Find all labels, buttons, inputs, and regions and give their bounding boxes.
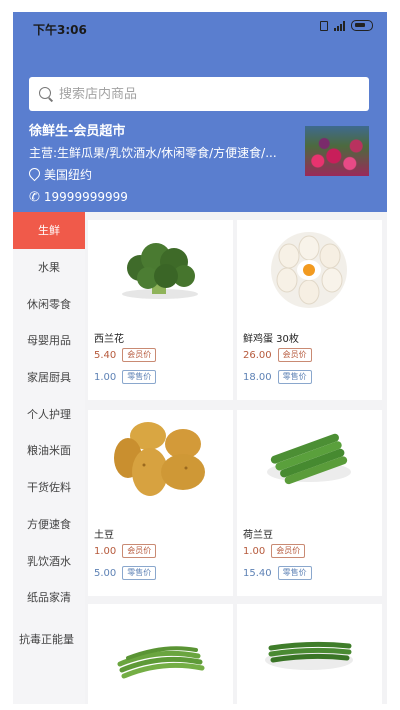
sidebar-item-dry-goods[interactable]: 干货佐料: [13, 469, 85, 506]
product-name: 鲜鸡蛋 30枚: [243, 334, 299, 345]
retail-price-row: 5.00 零售价: [94, 566, 157, 580]
sidebar-item-fruit[interactable]: 水果: [13, 249, 85, 286]
sidebar-item-home-kitchen[interactable]: 家居厨具: [13, 359, 85, 396]
store-header: 下午3:06 徐鲜生-会员超市 主营:生鲜瓜果/乳饮酒水/休闲零食/方便速食/.…: [13, 12, 387, 212]
store-location-text: 美国纽约: [44, 168, 93, 182]
store-phone[interactable]: ✆ 19999999999: [29, 190, 128, 204]
store-location[interactable]: 美国纽约: [29, 166, 92, 183]
product-card[interactable]: [88, 604, 233, 704]
store-photo: [305, 126, 369, 176]
location-pin-icon: [29, 168, 40, 182]
product-name: 荷兰豆: [243, 530, 273, 541]
retail-price: 1.00: [94, 371, 117, 383]
green-beans-image: [117, 646, 205, 679]
retail-price: 18.00: [243, 371, 272, 383]
phone-icon: ✆: [29, 189, 40, 205]
snow-peas-image: [267, 433, 351, 485]
member-price-row: 5.40 会员价: [94, 348, 157, 362]
member-price: 1.00: [94, 545, 117, 557]
signal-icon: [334, 20, 345, 31]
retail-price-row: 1.00 零售价: [94, 370, 157, 384]
category-sidebar: 生鲜 水果 休闲零食 母婴用品 家居厨具 个人护理 粮油米面 干货佐料 方便速食…: [13, 212, 85, 704]
store-main-business: 主营:生鲜瓜果/乳饮酒水/休闲零食/方便速食/...: [29, 146, 277, 160]
search-icon: [39, 87, 53, 101]
battery-icon: [351, 20, 373, 31]
retail-price: 15.40: [243, 567, 272, 579]
product-card[interactable]: 荷兰豆 1.00 会员价 15.40 零售价: [237, 410, 382, 596]
sidebar-item-personal-care[interactable]: 个人护理: [13, 395, 85, 432]
sidebar-item-anti-virus[interactable]: 抗毒正能量: [13, 616, 85, 664]
member-price-tag: 会员价: [271, 544, 306, 558]
sidebar-item-baby[interactable]: 母婴用品: [13, 322, 85, 359]
member-price: 1.00: [243, 545, 266, 557]
store-phone-number: 19999999999: [43, 190, 128, 204]
retail-price: 5.00: [94, 567, 117, 579]
member-price: 26.00: [243, 349, 272, 361]
eggs-image: [271, 232, 347, 308]
retail-price-tag: 零售价: [122, 566, 157, 580]
product-card[interactable]: [237, 604, 382, 704]
search-input[interactable]: [59, 86, 339, 102]
member-price-tag: 会员价: [122, 348, 157, 362]
retail-price-row: 18.00 零售价: [243, 370, 312, 384]
member-price-row: 26.00 会员价: [243, 348, 312, 362]
sidebar-item-fresh[interactable]: 生鲜: [13, 212, 85, 249]
product-card[interactable]: 鲜鸡蛋 30枚 26.00 会员价 18.00 零售价: [237, 220, 382, 400]
retail-price-tag: 零售价: [277, 566, 312, 580]
retail-price-tag: 零售价: [122, 370, 157, 384]
status-time: 下午3:06: [33, 23, 87, 37]
sidebar-item-drinks[interactable]: 乳饮酒水: [13, 542, 85, 579]
product-grid: 西兰花 5.40 会员价 1.00 零售价 鲜鸡蛋 30枚 26.00 会员价 …: [85, 212, 387, 704]
sidebar-item-grain-oil[interactable]: 粮油米面: [13, 432, 85, 469]
long-beans-image: [265, 641, 353, 670]
app-screen: 下午3:06 徐鲜生-会员超市 主营:生鲜瓜果/乳饮酒水/休闲零食/方便速食/.…: [13, 12, 387, 704]
sidebar-item-snacks[interactable]: 休闲零食: [13, 285, 85, 322]
sidebar-item-paper-cleaning[interactable]: 纸品家清: [13, 579, 85, 616]
member-price-tag: 会员价: [122, 544, 157, 558]
broccoli-image: [122, 243, 198, 299]
potato-image: [114, 422, 205, 496]
status-bar: 下午3:06: [13, 12, 387, 42]
member-price-tag: 会员价: [277, 348, 312, 362]
search-bar[interactable]: [29, 77, 369, 111]
member-price: 5.40: [94, 349, 117, 361]
member-price-row: 1.00 会员价: [243, 544, 306, 558]
store-name: 徐鲜生-会员超市: [29, 124, 126, 139]
product-name: 西兰花: [94, 334, 124, 345]
sidebar-item-instant-food[interactable]: 方便速食: [13, 506, 85, 543]
retail-price-tag: 零售价: [277, 370, 312, 384]
product-name: 土豆: [94, 530, 114, 541]
status-icons: [320, 20, 373, 31]
product-card[interactable]: 西兰花 5.40 会员价 1.00 零售价: [88, 220, 233, 400]
sim-icon: [320, 20, 328, 31]
retail-price-row: 15.40 零售价: [243, 566, 312, 580]
product-card[interactable]: 土豆 1.00 会员价 5.00 零售价: [88, 410, 233, 596]
member-price-row: 1.00 会员价: [94, 544, 157, 558]
